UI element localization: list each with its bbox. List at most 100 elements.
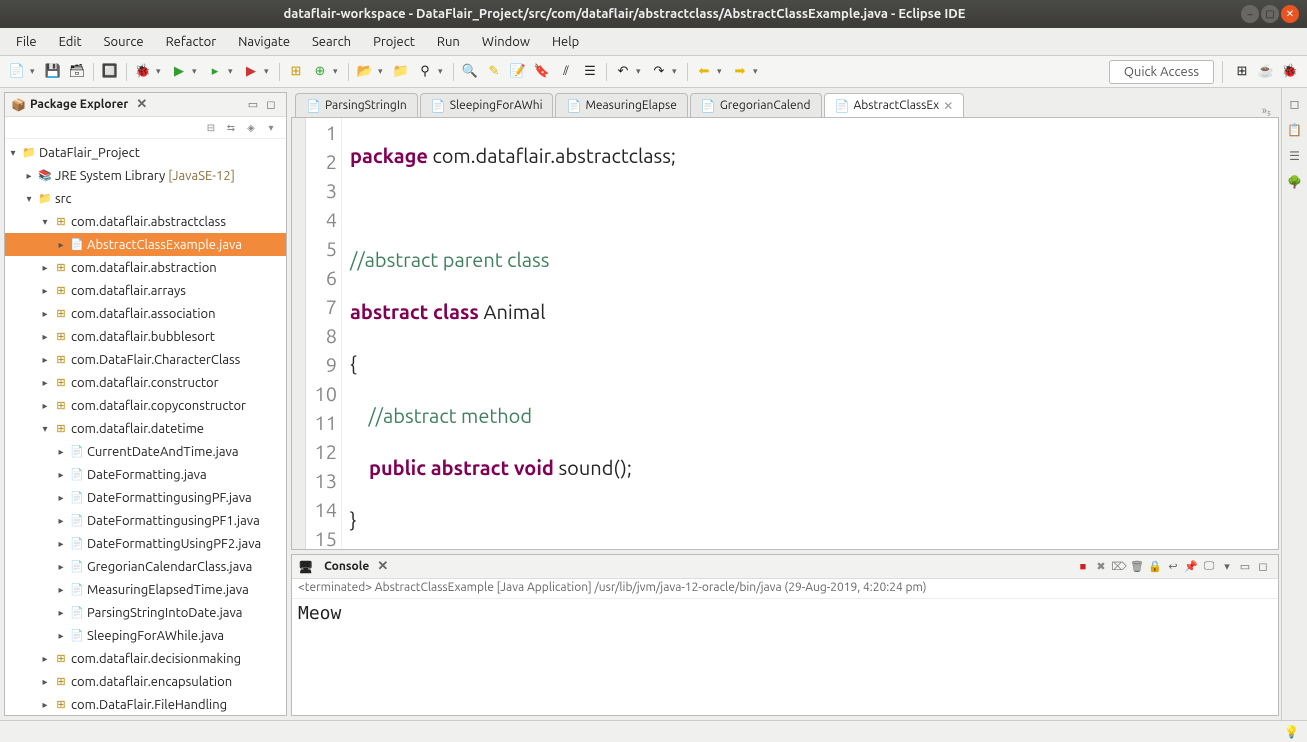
new-button[interactable]: 📄 — [6, 61, 28, 83]
tree-package[interactable]: ▸⊞com.dataflair.association — [5, 302, 286, 325]
dropdown-icon[interactable]: ▾ — [753, 66, 763, 77]
tree-file[interactable]: ▸📄DateFormatting.java — [5, 463, 286, 486]
menu-help[interactable]: Help — [542, 32, 589, 52]
tree-jre[interactable]: ▸📚JRE System Library [JavaSE-12] — [5, 164, 286, 187]
collapse-all-button[interactable]: ⊟ — [202, 120, 220, 136]
tree-package[interactable]: ▸⊞com.dataflair.bubblesort — [5, 325, 286, 348]
type-icon[interactable]: 📁 — [390, 61, 412, 83]
tree-package[interactable]: ▸⊞com.dataflair.abstraction — [5, 256, 286, 279]
outline-icon[interactable]: ☰ — [1285, 146, 1305, 166]
link-editor-button[interactable]: ⇆ — [222, 120, 240, 136]
open-console-button[interactable]: ▾ — [1218, 559, 1236, 575]
switch-button[interactable]: 🔲 — [99, 61, 121, 83]
remove-launch-button[interactable]: ✖ — [1092, 559, 1110, 575]
code-editor[interactable]: 123456789101112131415 package com.datafl… — [291, 118, 1279, 550]
java-perspective-button[interactable]: ☕ — [1255, 61, 1277, 83]
close-icon[interactable]: ✕ — [377, 559, 388, 574]
hierarchy-icon[interactable]: 🌳 — [1285, 172, 1305, 192]
dropdown-icon[interactable]: ▾ — [30, 66, 40, 77]
menu-source[interactable]: Source — [94, 32, 154, 52]
editor-tab-active[interactable]: 📄AbstractClassEx✕ — [824, 93, 965, 117]
tree-project[interactable]: ▾📁DataFlair_Project — [5, 141, 286, 164]
tree-file-selected[interactable]: ▸📄AbstractClassExample.java — [5, 233, 286, 256]
menu-run[interactable]: Run — [427, 32, 470, 52]
remove-all-button[interactable]: ⌦ — [1110, 559, 1128, 575]
tree-file[interactable]: ▸📄DateFormattingUsingPF2.java — [5, 532, 286, 555]
new-class-button[interactable]: ⊕ — [309, 61, 331, 83]
coverage-button[interactable]: ▸ — [204, 61, 226, 83]
dropdown-icon[interactable]: ▾ — [378, 66, 388, 77]
menu-window[interactable]: Window — [472, 32, 540, 52]
tree-src[interactable]: ▾📁src — [5, 187, 286, 210]
task-list-icon[interactable]: 📋 — [1285, 120, 1305, 140]
open-type-button[interactable]: 📂 — [354, 61, 376, 83]
toggleb-button[interactable]: ☰ — [579, 61, 601, 83]
tip-icon[interactable]: 💡 — [1284, 725, 1299, 739]
tree-file[interactable]: ▸📄DateFormattingusingPF.java — [5, 486, 286, 509]
dropdown-icon[interactable]: ▾ — [717, 66, 727, 77]
view-menu-button[interactable]: ▾ — [262, 120, 280, 136]
tree-file[interactable]: ▸📄SleepingForAWhile.java — [5, 624, 286, 647]
tree-file[interactable]: ▸📄DateFormattingusingPF1.java — [5, 509, 286, 532]
editor-tab[interactable]: 📄ParsingStringIn — [295, 93, 418, 117]
word-wrap-button[interactable]: ↩ — [1164, 559, 1182, 575]
minimize-view-button[interactable]: ▭ — [1236, 559, 1254, 575]
minimize-button[interactable]: – — [1241, 5, 1259, 23]
togglea-button[interactable]: ⫽ — [555, 61, 577, 83]
back-button[interactable]: ⬅ — [693, 61, 715, 83]
minimize-view-button[interactable]: ▭ — [244, 97, 262, 113]
dropdown-icon[interactable]: ▾ — [672, 66, 682, 77]
menu-search[interactable]: Search — [302, 32, 361, 52]
run-button[interactable]: ▶ — [168, 61, 190, 83]
search-button[interactable]: 🔍 — [459, 61, 481, 83]
new-package-button[interactable]: ⊞ — [285, 61, 307, 83]
tree-file[interactable]: ▸📄ParsingStringIntoDate.java — [5, 601, 286, 624]
menu-navigate[interactable]: Navigate — [228, 32, 300, 52]
tree-file[interactable]: ▸📄GregorianCalendarClass.java — [5, 555, 286, 578]
dropdown-icon[interactable]: ▾ — [156, 66, 166, 77]
wand-icon[interactable]: ⚲ — [414, 61, 436, 83]
save-button[interactable]: 💾 — [42, 61, 64, 83]
dropdown-icon[interactable]: ▾ — [264, 66, 274, 77]
tree-package[interactable]: ▸⊞com.dataflair.encapsulation — [5, 670, 286, 693]
debug-button[interactable]: 🐞 — [132, 61, 154, 83]
maximize-view-button[interactable]: ◻ — [1254, 559, 1272, 575]
menu-edit[interactable]: Edit — [49, 32, 92, 52]
code-area[interactable]: package com.dataflair.abstractclass; //a… — [342, 118, 1278, 549]
dropdown-icon[interactable]: ▾ — [636, 66, 646, 77]
dropdown-icon[interactable]: ▾ — [333, 66, 343, 77]
next-ann-button[interactable]: ↷ — [648, 61, 670, 83]
close-icon[interactable]: ✕ — [943, 99, 953, 113]
run-last-button[interactable]: ▶ — [240, 61, 262, 83]
open-perspective-button[interactable]: ⊞ — [1231, 61, 1253, 83]
task-button[interactable]: 🔖 — [531, 61, 553, 83]
tree-package[interactable]: ▸⊞com.DataFlair.FileHandling — [5, 693, 286, 715]
terminate-button[interactable]: ■ — [1074, 559, 1092, 575]
scroll-lock-button[interactable]: 🔒 — [1146, 559, 1164, 575]
menu-file[interactable]: File — [6, 32, 47, 52]
quick-access[interactable]: Quick Access — [1109, 60, 1214, 84]
close-icon[interactable]: ✕ — [136, 97, 147, 112]
menu-project[interactable]: Project — [363, 32, 425, 52]
tree-package[interactable]: ▸⊞com.dataflair.copyconstructor — [5, 394, 286, 417]
prev-ann-button[interactable]: ↶ — [612, 61, 634, 83]
clear-console-button[interactable]: 🗑 — [1128, 559, 1146, 575]
tree-file[interactable]: ▸📄CurrentDateAndTime.java — [5, 440, 286, 463]
tree-file[interactable]: ▸📄MeasuringElapsedTime.java — [5, 578, 286, 601]
editor-tab[interactable]: 📄GregorianCalend — [690, 93, 822, 117]
editor-tab[interactable]: 📄MeasuringElapse — [555, 93, 687, 117]
debug-perspective-button[interactable]: 🐞 — [1279, 61, 1301, 83]
close-button[interactable]: ✕ — [1281, 5, 1299, 23]
save-all-button[interactable]: 🗃 — [66, 61, 88, 83]
pin-console-button[interactable]: 📌 — [1182, 559, 1200, 575]
tree-package[interactable]: ▸⊞com.DataFlair.CharacterClass — [5, 348, 286, 371]
tree-package[interactable]: ▸⊞com.dataflair.decisionmaking — [5, 647, 286, 670]
dropdown-icon[interactable]: ▾ — [228, 66, 238, 77]
tree-package[interactable]: ▸⊞com.dataflair.arrays — [5, 279, 286, 302]
maximize-button[interactable]: ▢ — [1261, 5, 1279, 23]
project-tree[interactable]: ▾📁DataFlair_Project ▸📚JRE System Library… — [5, 139, 286, 715]
restore-view-button[interactable]: ◻ — [1285, 94, 1305, 114]
annotate-button[interactable]: 📝 — [507, 61, 529, 83]
menu-refactor[interactable]: Refactor — [156, 32, 227, 52]
editor-tab[interactable]: 📄SleepingForAWhi — [420, 93, 554, 117]
